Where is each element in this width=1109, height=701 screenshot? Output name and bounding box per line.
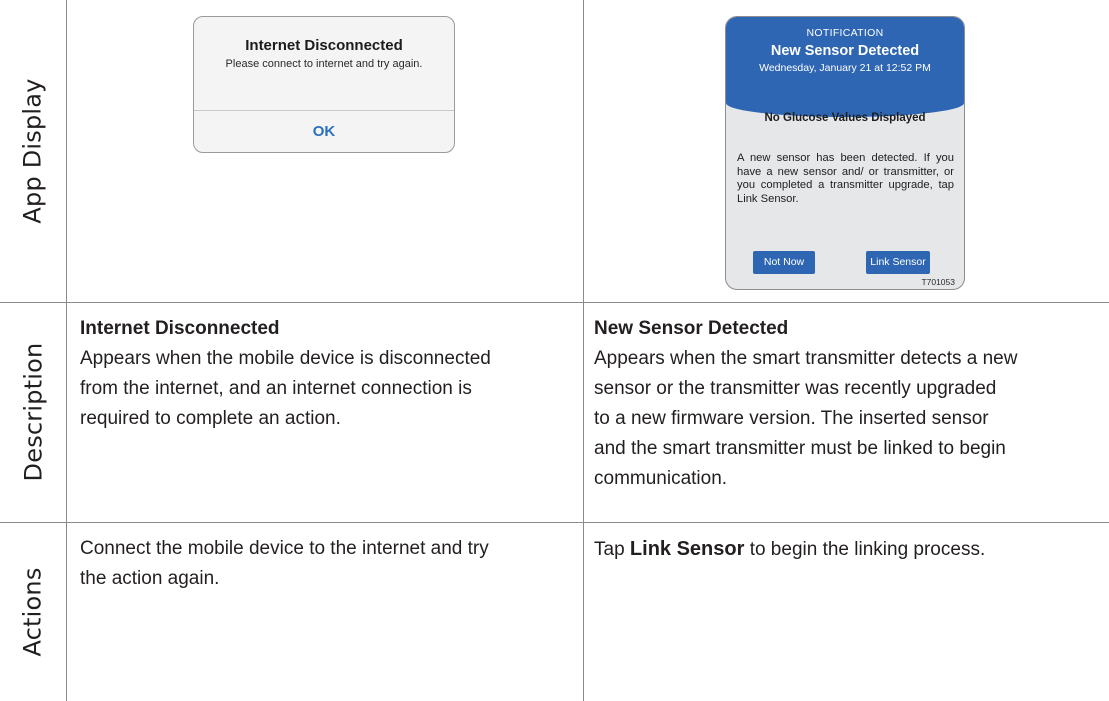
description-line: required to complete an action. — [80, 408, 341, 429]
action-prefix: Tap — [594, 539, 625, 560]
description-line: from the internet, and an internet conne… — [80, 378, 472, 399]
description-line: and the smart transmitter must be linked… — [594, 438, 1006, 459]
row-divider-1 — [0, 302, 1109, 303]
column-divider-middle — [583, 0, 584, 701]
description-internet-disconnected: Internet Disconnected Appears when the m… — [80, 314, 570, 434]
row-header-label: Description — [19, 342, 48, 482]
description-line: Appears when the smart transmitter detec… — [594, 348, 1018, 369]
alert-title: Internet Disconnected — [245, 37, 403, 54]
action-new-sensor: Tap Link Sensor to begin the linking pro… — [594, 534, 1099, 565]
action-internet-disconnected: Connect the mobile device to the interne… — [80, 534, 570, 594]
description-line: sensor or the transmitter was recently u… — [594, 378, 997, 399]
link-sensor-button[interactable]: Link Sensor — [866, 251, 930, 274]
description-line: to a new firmware version. The inserted … — [594, 408, 989, 429]
description-line: Appears when the mobile device is discon… — [80, 348, 491, 369]
no-glucose-label: No Glucose Values Displayed — [764, 112, 926, 124]
row-header-actions: Actions — [0, 522, 66, 701]
notification-header: NOTIFICATION New Sensor Detected Wednesd… — [726, 17, 964, 117]
not-now-button[interactable]: Not Now — [753, 251, 815, 274]
description-new-sensor: New Sensor Detected Appears when the sma… — [594, 314, 1099, 494]
row-header-label: Actions — [19, 566, 48, 657]
image-code: T701053 — [921, 277, 955, 287]
notification-body: A new sensor has been detected. If you h… — [737, 152, 954, 205]
action-line: the action again. — [80, 568, 220, 589]
column-divider-left — [66, 0, 67, 701]
alert-message: Please connect to internet and try again… — [225, 58, 423, 70]
notification-datetime: Wednesday, January 21 at 12:52 PM — [759, 62, 931, 74]
row-header-label: App Display — [19, 78, 47, 224]
row-divider-2 — [0, 522, 1109, 523]
description-title: New Sensor Detected — [594, 318, 789, 339]
description-title: Internet Disconnected — [80, 318, 280, 339]
new-sensor-notification: NOTIFICATION New Sensor Detected Wednesd… — [725, 16, 965, 290]
notification-label: NOTIFICATION — [806, 27, 884, 39]
row-header-app-display: App Display — [0, 0, 66, 302]
action-line: Connect the mobile device to the interne… — [80, 538, 489, 559]
description-line: communication. — [594, 468, 728, 489]
ok-button[interactable]: OK — [194, 110, 454, 152]
action-suffix: to begin the linking process. — [749, 539, 986, 560]
action-link-sensor-emphasis: Link Sensor — [629, 538, 745, 560]
row-header-description: Description — [0, 302, 66, 522]
internet-disconnected-alert: Internet Disconnected Please connect to … — [193, 16, 455, 153]
action-line: Tap Link Sensor to begin the linking pro… — [594, 534, 1099, 565]
notification-title: New Sensor Detected — [770, 43, 920, 59]
